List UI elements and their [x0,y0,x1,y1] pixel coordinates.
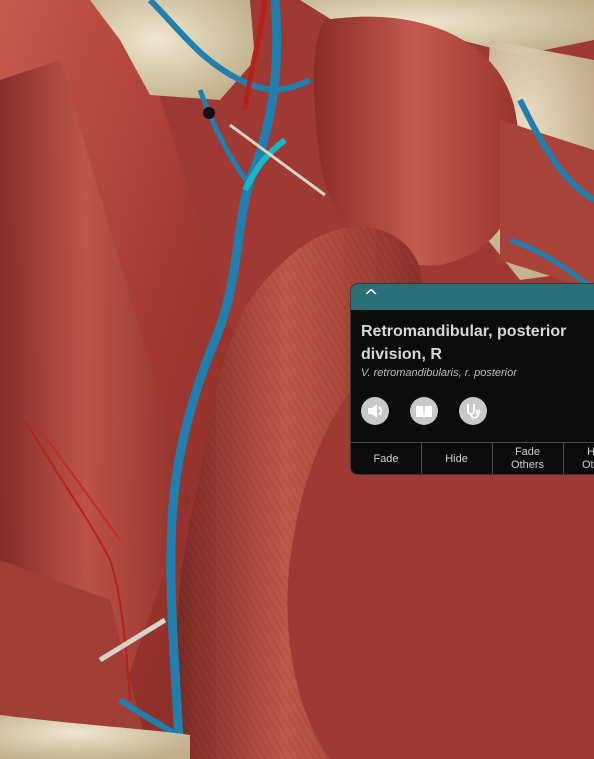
fade-button[interactable]: Fade [351,443,422,474]
audio-pronunciation-button[interactable] [361,397,389,425]
latin-name: V. retromandibularis, r. posterior [361,367,517,379]
audio-icon [368,404,383,418]
action-bar: Fade Hide Fade Others Hide Others [351,442,594,474]
stethoscope-icon [467,404,481,419]
book-icon [416,406,432,417]
collapse-panel-button[interactable]: ^ [359,286,383,308]
hide-others-button[interactable]: Hide Others [563,443,594,474]
bone-pointer-tip [203,107,215,119]
fade-others-button[interactable]: Fade Others [492,443,564,474]
structure-title: Retromandibular, posterior division, R [361,323,567,363]
hide-button[interactable]: Hide [421,443,493,474]
definition-button[interactable] [410,397,438,425]
clinical-info-button[interactable] [459,397,487,425]
structure-info-panel: ^ Retromandibular, posterior division, R… [350,283,594,475]
panel-header: ^ [351,284,594,310]
